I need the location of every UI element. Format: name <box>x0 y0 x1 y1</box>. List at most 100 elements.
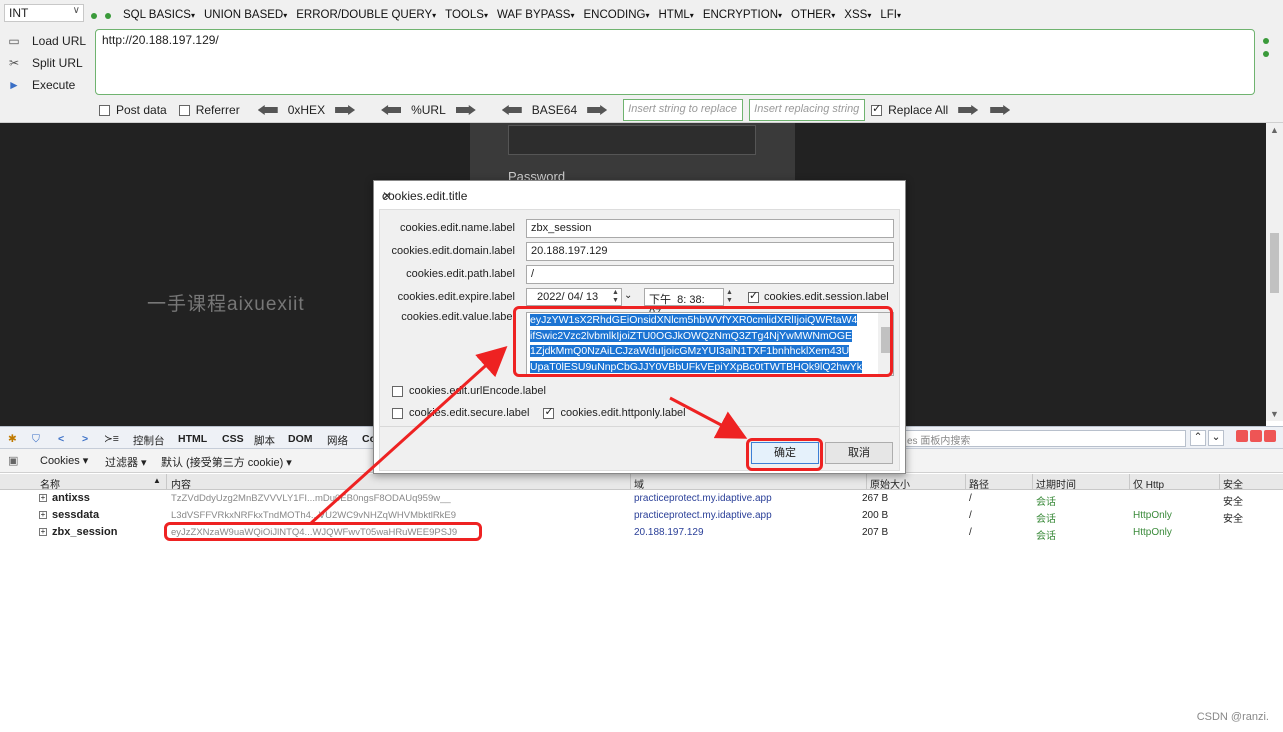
menu-other[interactable]: OTHER▾ <box>791 9 835 21</box>
ok-button[interactable]: 确定 <box>751 442 819 464</box>
plus-dot-icon[interactable] <box>105 13 111 19</box>
replace-arrow-2-icon[interactable] <box>990 105 1011 115</box>
firebug-search-input[interactable]: es 面板内搜索 <box>900 430 1186 447</box>
command-icon[interactable]: ≻≡ <box>104 433 119 445</box>
hex-label: 0xHEX <box>287 103 326 117</box>
menu-union-based[interactable]: UNION BASED▾ <box>204 9 287 21</box>
col-httponly[interactable]: 仅 Http <box>1133 476 1164 491</box>
url-encode-arrow-icon[interactable] <box>455 105 476 115</box>
menu-sql-basics[interactable]: SQL BASICS▾ <box>123 9 195 21</box>
replace-string-input[interactable]: Insert string to replace <box>623 99 744 121</box>
scroll-up-icon[interactable]: ▲ <box>1270 125 1279 135</box>
col-content[interactable]: 内容 <box>171 476 191 491</box>
date-spinner-icon[interactable]: ▲ ▼ <box>612 289 619 305</box>
replace-arrow-icon[interactable] <box>958 105 979 115</box>
urlencode-checkbox[interactable] <box>392 385 403 397</box>
col-secure[interactable]: 安全 <box>1223 476 1243 491</box>
expire-time-input[interactable]: 下午 8: 38: 07 <box>644 288 724 319</box>
table-row[interactable]: + sessdata L3dVSFFVRkxNRFkxTndMOTh4...VU… <box>0 507 1283 525</box>
scissors-icon: ✂ <box>8 56 20 70</box>
table-row[interactable]: + antixss TzZVdDdyUzg2MnBZVVVLY1FI...mDu… <box>0 490 1283 508</box>
domain-input[interactable]: 20.188.197.129 <box>526 242 894 261</box>
replace-all-checkbox[interactable] <box>871 102 883 116</box>
menu-xss[interactable]: XSS▾ <box>844 9 871 21</box>
filter-menu[interactable]: 过滤器 ▾ <box>105 454 147 470</box>
tab-console[interactable]: 控制台 <box>133 433 165 448</box>
value-textarea[interactable]: eyJzYW1sX2RhdGEiOnsidXNlcm5hbWVfYXR0cmli… <box>526 312 894 376</box>
url-textarea[interactable]: http://20.188.197.129/ <box>95 29 1255 95</box>
name-input[interactable]: zbx_session <box>526 219 894 238</box>
int-select[interactable]: INT ∨ <box>4 4 84 22</box>
date-dropdown-icon[interactable]: ⌄ <box>624 290 632 301</box>
col-size[interactable]: 原始大小 <box>870 476 910 491</box>
col-path[interactable]: 路径 <box>969 476 989 491</box>
secure-row: cookies.edit.secure.label cookies.edit.h… <box>392 405 686 419</box>
col-name[interactable]: 名称 <box>40 476 60 491</box>
chevron-up-icon[interactable]: ⌃ <box>1190 430 1206 446</box>
close-icon[interactable] <box>1264 430 1276 442</box>
inspect-icon[interactable]: ⛉ <box>32 433 40 446</box>
close-icon[interactable]: ✕ <box>382 189 895 203</box>
menu-tools[interactable]: TOOLS▾ <box>445 9 488 21</box>
menu-html[interactable]: HTML▾ <box>658 9 693 21</box>
username-field[interactable] <box>508 125 756 155</box>
chevron-down-icon[interactable]: ⌄ <box>1208 430 1224 446</box>
path-input[interactable]: / <box>526 265 894 284</box>
hex-encode-arrow-icon[interactable] <box>335 105 356 115</box>
cookie-page-icon[interactable]: ▣ <box>8 454 18 467</box>
expand-icon[interactable]: + <box>39 528 47 536</box>
tab-html[interactable]: HTML <box>178 433 207 445</box>
base64-label: BASE64 <box>531 103 578 117</box>
watermark-text: 一手课程aixuexiit <box>147 294 305 315</box>
chevron-down-icon: ∨ <box>72 5 80 16</box>
menu-encryption[interactable]: ENCRYPTION▾ <box>703 9 782 21</box>
tab-network[interactable]: 网络 <box>327 433 348 448</box>
session-checkbox[interactable] <box>748 289 759 303</box>
tab-css[interactable]: CSS <box>222 433 244 445</box>
table-row[interactable]: + zbx_session eyJzZXNzaW9uaWQiOiJlNTQ4..… <box>0 524 1283 542</box>
menu-error-double-query[interactable]: ERROR/DOUBLE QUERY▾ <box>296 9 436 21</box>
plus-dot-icon[interactable] <box>1263 38 1269 44</box>
cookies-menu[interactable]: Cookies ▾ <box>40 454 88 467</box>
menu-lfi[interactable]: LFI▾ <box>880 9 901 21</box>
hex-decode-arrow-icon[interactable] <box>257 105 278 115</box>
split-url-button[interactable]: ✂ Split URL <box>6 52 86 74</box>
httponly-checkbox[interactable] <box>543 405 555 419</box>
forward-icon[interactable]: > <box>82 433 88 445</box>
post-data-checkbox[interactable] <box>99 104 110 116</box>
detach-icon[interactable] <box>1250 430 1262 442</box>
expand-icon[interactable]: + <box>39 511 47 519</box>
minus-dot-icon[interactable] <box>1263 51 1269 57</box>
default-policy-menu[interactable]: 默认 (接受第三方 cookie) ▾ <box>161 454 292 470</box>
col-expires[interactable]: 过期时间 <box>1036 476 1076 491</box>
scroll-thumb[interactable] <box>1270 233 1279 293</box>
scroll-down-icon[interactable]: ▼ <box>1270 409 1279 419</box>
page-scrollbar[interactable]: ▲ ▼ <box>1266 123 1283 421</box>
load-url-button[interactable]: ▭ Load URL <box>6 30 86 52</box>
firebug-icon[interactable]: ✱ <box>8 433 17 445</box>
secure-checkbox[interactable] <box>392 407 403 419</box>
time-spinner-icon[interactable]: ▲ ▼ <box>726 289 733 305</box>
hackbar-options: Post data Referrer 0xHEX %URL BASE64 Ins… <box>99 99 1016 121</box>
hackbar: INT ∨ SQL BASICS▾ UNION BASED▾ ERROR/DOU… <box>0 0 1283 123</box>
minus-dot-icon[interactable] <box>91 13 97 19</box>
replacing-string-input[interactable]: Insert replacing string <box>749 99 866 121</box>
base64-encode-arrow-icon[interactable] <box>587 105 608 115</box>
url-decode-arrow-icon[interactable] <box>381 105 402 115</box>
menu-waf-bypass[interactable]: WAF BYPASS▾ <box>497 9 575 21</box>
hackbar-menu: SQL BASICS▾ UNION BASED▾ ERROR/DOUBLE QU… <box>123 9 910 21</box>
tab-script[interactable]: 脚本 <box>254 433 275 448</box>
referrer-checkbox[interactable] <box>178 104 190 116</box>
expand-icon[interactable]: + <box>39 494 47 502</box>
cancel-button[interactable]: 取消 <box>825 442 893 464</box>
base64-decode-arrow-icon[interactable] <box>501 105 522 115</box>
tab-dom[interactable]: DOM <box>288 433 313 445</box>
referrer-label: Referrer <box>195 103 240 117</box>
expire-date-input[interactable]: 2022/ 04/ 13 <box>526 288 622 306</box>
back-icon[interactable]: < <box>58 433 64 445</box>
col-domain[interactable]: 域 <box>634 476 644 491</box>
value-scrollbar[interactable] <box>878 313 893 375</box>
menu-encoding[interactable]: ENCODING▾ <box>583 9 649 21</box>
minimize-icon[interactable] <box>1236 430 1248 442</box>
execute-button[interactable]: ► Execute <box>6 74 86 96</box>
